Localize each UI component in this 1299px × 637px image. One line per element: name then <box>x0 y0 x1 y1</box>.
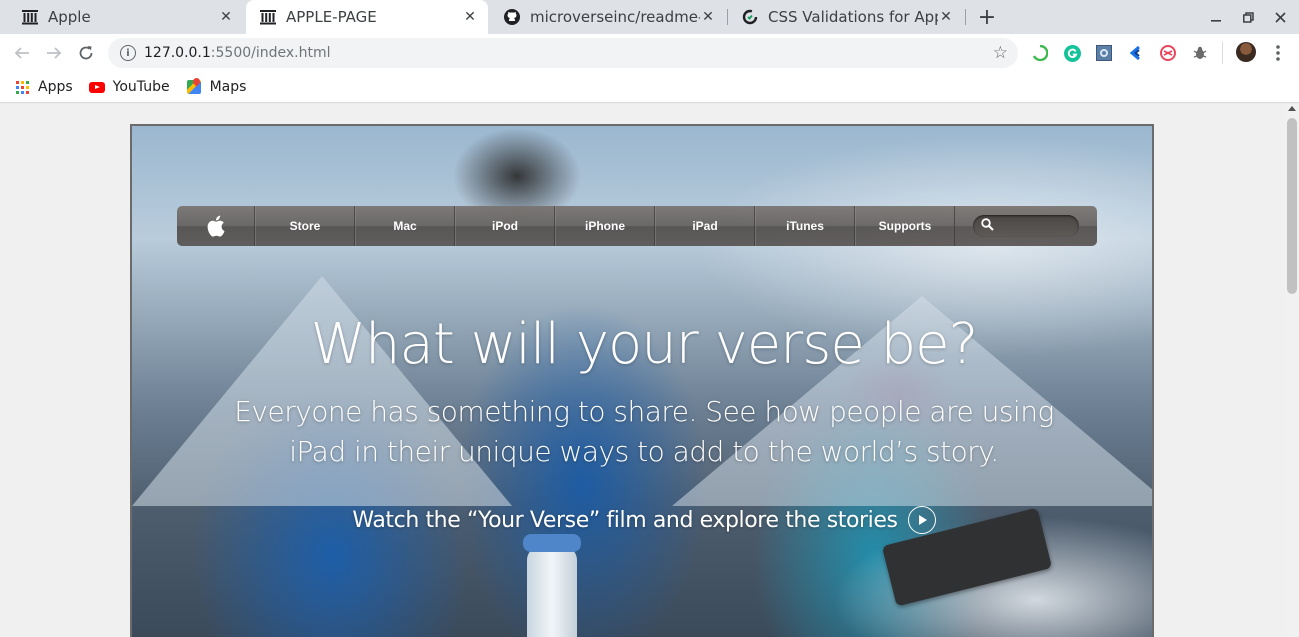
nav-ipad[interactable]: iPad <box>655 206 755 246</box>
minimize-icon[interactable] <box>1206 7 1226 27</box>
reload-button[interactable] <box>74 41 98 65</box>
bookmark-star-icon[interactable]: ☆ <box>993 43 1008 63</box>
lastpass-like-icon[interactable] <box>1159 44 1177 62</box>
maps-icon <box>186 79 202 95</box>
watch-film-label: Watch the “Your Verse” film and explore … <box>352 507 898 533</box>
bookmark-label: Apps <box>38 79 73 95</box>
bookmark-apps[interactable]: Apps <box>14 79 73 95</box>
youtube-icon <box>88 79 105 95</box>
tab-divider <box>965 9 966 25</box>
url-host: 127.0.0.1 <box>144 45 211 61</box>
tab-title: CSS Validations for Apple <box>768 8 938 26</box>
apple-logo-icon[interactable] <box>177 206 255 246</box>
tab-title: Apple <box>48 8 91 26</box>
hero-subtitle-line-2: iPad in their unique ways to add to the … <box>289 435 999 468</box>
extension-loader-icon[interactable] <box>1031 44 1049 62</box>
apps-grid-icon <box>14 79 30 95</box>
scroll-up-arrow-icon[interactable] <box>1288 106 1296 111</box>
bug-icon[interactable] <box>1191 44 1209 62</box>
nav-itunes[interactable]: iTunes <box>755 206 855 246</box>
search-icon <box>981 218 994 234</box>
nav-iphone[interactable]: iPhone <box>555 206 655 246</box>
tab-apple-page[interactable]: APPLE-PAGE ✕ <box>246 0 488 34</box>
new-tab-button[interactable]: + <box>976 5 998 30</box>
nav-supports[interactable]: Supports <box>855 206 955 246</box>
quick-code-icon[interactable] <box>1127 44 1145 62</box>
chrome-menu-icon[interactable] <box>1268 42 1288 64</box>
tab-strip: Apple ✕ APPLE-PAGE ✕ microverseinc/readm… <box>0 0 1299 34</box>
restore-icon[interactable] <box>1238 7 1258 27</box>
nav-search-input[interactable] <box>973 215 1079 237</box>
nav-mac[interactable]: Mac <box>355 206 455 246</box>
back-button[interactable] <box>10 41 34 65</box>
hero-banner: Store Mac iPod iPhone iPad iTunes Suppor… <box>130 124 1154 637</box>
profile-avatar[interactable] <box>1236 42 1256 62</box>
nav-store[interactable]: Store <box>255 206 355 246</box>
forward-button[interactable] <box>42 41 66 65</box>
watch-film-link[interactable]: Watch the “Your Verse” film and explore … <box>132 506 1152 534</box>
site-info-icon[interactable]: i <box>120 45 136 61</box>
refresh-check-icon <box>742 9 758 25</box>
address-bar[interactable]: i 127.0.0.1:5500/index.html ☆ <box>108 38 1018 68</box>
tab-github-readme[interactable]: microverseinc/readme-ter ✕ <box>490 0 726 34</box>
bookmark-label: YouTube <box>112 79 170 95</box>
hero-title: What will your verse be? <box>310 312 979 377</box>
bank-icon <box>22 9 38 25</box>
scrollbar-thumb[interactable] <box>1287 118 1297 294</box>
grammarly-icon[interactable] <box>1063 44 1081 62</box>
tab-css-validations[interactable]: CSS Validations for Apple ✕ <box>728 0 964 34</box>
bookmarks-bar: Apps YouTube Maps <box>0 72 1299 103</box>
apple-nav-bar: Store Mac iPod iPhone iPad iTunes Suppor… <box>177 206 1097 246</box>
close-tab-icon[interactable]: ✕ <box>462 9 478 25</box>
play-circle-icon[interactable] <box>907 506 936 534</box>
nav-ipod[interactable]: iPod <box>455 206 555 246</box>
bank-icon <box>260 9 276 25</box>
bookmark-label: Maps <box>209 79 247 95</box>
hero-photo-bottle <box>523 534 581 637</box>
screenshot-extension-icon[interactable] <box>1095 44 1113 62</box>
close-tab-icon[interactable]: ✕ <box>700 9 716 25</box>
bookmark-maps[interactable]: Maps <box>186 79 247 95</box>
toolbar-divider <box>1222 42 1223 64</box>
hero-subtitle-line-1: Everyone has something to share. See how… <box>234 395 1054 428</box>
close-tab-icon[interactable]: ✕ <box>938 9 954 25</box>
tab-title: APPLE-PAGE <box>286 8 377 26</box>
close-window-icon[interactable] <box>1270 7 1290 27</box>
bookmark-youtube[interactable]: YouTube <box>88 79 170 95</box>
tab-title: microverseinc/readme-ter <box>530 8 700 26</box>
nav-search-container <box>955 206 1097 246</box>
github-icon <box>504 9 520 25</box>
url-path: :5500/index.html <box>210 45 331 61</box>
close-tab-icon[interactable]: ✕ <box>218 9 234 25</box>
tab-apple[interactable]: Apple ✕ <box>8 0 244 34</box>
hero-subtitle: Everyone has something to share. See how… <box>232 392 1056 472</box>
